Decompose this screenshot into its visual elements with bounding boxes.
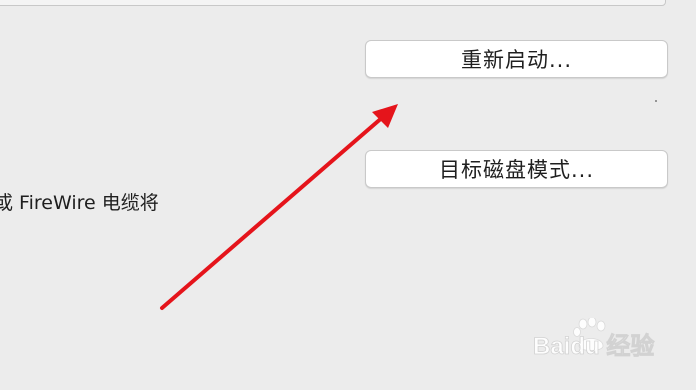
baidu-watermark-logo: Baidu 经验 [533,318,655,360]
watermark-text: Baidu 经验 [533,332,654,360]
